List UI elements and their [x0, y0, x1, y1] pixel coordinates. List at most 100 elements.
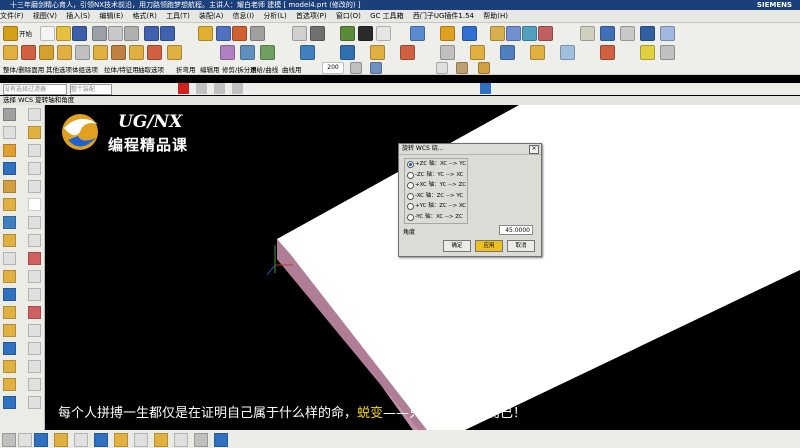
block-icon[interactable]: [506, 26, 521, 41]
sketch-tool-2-icon[interactable]: [28, 126, 41, 139]
dialog-close-button[interactable]: ×: [529, 145, 539, 154]
wireframe-icon[interactable]: [358, 26, 373, 41]
option-pos-xc[interactable]: +XC 轴：YC --> ZC: [405, 180, 467, 191]
radio-icon[interactable]: [407, 161, 414, 168]
option-pos-yc[interactable]: +YC 轴：ZC --> XC: [405, 201, 467, 212]
feature-7-icon[interactable]: [111, 45, 126, 60]
left-tool-24-icon[interactable]: [28, 378, 41, 391]
grid-icon[interactable]: [462, 26, 477, 41]
circle-icon[interactable]: [28, 180, 41, 193]
feature-5-icon[interactable]: [75, 45, 90, 60]
left-tool-22-icon[interactable]: [28, 360, 41, 373]
option-pos-zc[interactable]: +ZC 轴：XC --> YC: [405, 159, 467, 170]
system-icon[interactable]: [3, 234, 16, 247]
angle-input[interactable]: 45.0000: [499, 225, 533, 235]
menu-analysis[interactable]: 分析(L): [263, 12, 286, 20]
arc-icon[interactable]: [28, 216, 41, 229]
open-folder-icon[interactable]: [56, 26, 71, 41]
group-label-10[interactable]: 曲线用: [282, 64, 302, 74]
menu-plugin[interactable]: 西门子UG插件1.54: [413, 12, 474, 20]
start-icon[interactable]: [3, 26, 18, 41]
feature-16-icon[interactable]: [370, 45, 385, 60]
group-label-3[interactable]: 体组选项: [72, 64, 98, 74]
snap-center-icon[interactable]: [232, 83, 243, 94]
option-neg-yc[interactable]: -YC 轴：XC --> ZC: [405, 212, 467, 223]
view-orient-icon[interactable]: [340, 26, 355, 41]
menu-format[interactable]: 格式(R): [133, 12, 157, 20]
feature-10-icon[interactable]: [167, 45, 182, 60]
layer-icon[interactable]: [376, 26, 391, 41]
feature-22-icon[interactable]: [560, 45, 575, 60]
left-tool-18-icon[interactable]: [28, 324, 41, 337]
sketch-icon[interactable]: [198, 26, 213, 41]
menu-assembly[interactable]: 装配(A): [199, 12, 223, 20]
menu-insert[interactable]: 插入(S): [66, 12, 90, 20]
cam-icon[interactable]: [440, 26, 455, 41]
new-file-icon[interactable]: [40, 26, 55, 41]
feature-3-icon[interactable]: [39, 45, 54, 60]
save-icon[interactable]: [72, 26, 87, 41]
bottom-tool-9-icon[interactable]: [154, 433, 168, 447]
bottom-tool-3-icon[interactable]: [34, 433, 48, 447]
start-button-label[interactable]: 开始: [19, 28, 32, 38]
tool-icon[interactable]: [478, 62, 490, 74]
group-label-7[interactable]: 编辑用: [200, 64, 220, 74]
pad-icon[interactable]: [640, 26, 655, 41]
group-label-4[interactable]: 拉体/特征用: [104, 64, 139, 74]
point-icon[interactable]: [250, 26, 265, 41]
revolve-icon[interactable]: [232, 26, 247, 41]
left-tool-23-icon[interactable]: [3, 378, 16, 391]
apply-button[interactable]: 应用: [475, 240, 503, 252]
extrude-icon[interactable]: [216, 26, 231, 41]
option-neg-zc[interactable]: -ZC 轴：YC --> XC: [405, 170, 467, 181]
slot-icon[interactable]: [660, 26, 675, 41]
bottom-tool-1-icon[interactable]: [2, 433, 16, 447]
measure-icon[interactable]: [410, 26, 425, 41]
feature-4-icon[interactable]: [57, 45, 72, 60]
feature-20-icon[interactable]: [500, 45, 515, 60]
radio-icon[interactable]: [407, 171, 414, 179]
left-tool-12-icon[interactable]: [28, 270, 41, 283]
roles-icon[interactable]: [3, 216, 16, 229]
sketch-tool-1-icon[interactable]: [28, 108, 41, 121]
assembly-nav-icon[interactable]: [3, 108, 16, 121]
menu-window[interactable]: 窗口(O): [336, 12, 361, 20]
filter-select[interactable]: 没有选择过滤器: [3, 84, 67, 95]
wcs-icon[interactable]: [480, 83, 491, 94]
menu-preferences[interactable]: 首选项(P): [296, 12, 327, 20]
feature-2-icon[interactable]: [21, 45, 36, 60]
part-nav-icon[interactable]: [3, 126, 16, 139]
left-tool-10-icon[interactable]: [28, 252, 41, 265]
paste-icon[interactable]: [124, 26, 139, 41]
fit-icon[interactable]: [370, 62, 382, 74]
radio-icon[interactable]: [407, 192, 414, 200]
left-tool-14-icon[interactable]: [28, 288, 41, 301]
rotate-icon[interactable]: [456, 62, 468, 74]
feature-17-icon[interactable]: [400, 45, 415, 60]
history-icon[interactable]: [3, 144, 16, 157]
bottom-tool-5-icon[interactable]: [74, 433, 88, 447]
left-tool-17-icon[interactable]: [3, 324, 16, 337]
zoom-select[interactable]: 200: [322, 62, 344, 74]
ok-button[interactable]: 确定: [443, 240, 471, 252]
feature-18-icon[interactable]: [440, 45, 455, 60]
feature-8-icon[interactable]: [129, 45, 144, 60]
left-tool-13-icon[interactable]: [3, 288, 16, 301]
feature-9-icon[interactable]: [147, 45, 162, 60]
copy-icon[interactable]: [108, 26, 123, 41]
bottom-tool-2-icon[interactable]: [18, 433, 32, 447]
palette-icon[interactable]: [3, 198, 16, 211]
snap-icon[interactable]: [178, 83, 189, 94]
feature-15-icon[interactable]: [340, 45, 355, 60]
rect-icon[interactable]: [28, 162, 41, 175]
undo-icon[interactable]: [144, 26, 159, 41]
feature-6-icon[interactable]: [93, 45, 108, 60]
cut-icon[interactable]: [92, 26, 107, 41]
cancel-button[interactable]: 取消: [507, 240, 535, 252]
bottom-tool-10-icon[interactable]: [174, 433, 188, 447]
bottom-tool-6-icon[interactable]: [94, 433, 108, 447]
option-neg-xc[interactable]: -XC 轴：ZC --> YC: [405, 191, 467, 202]
pocket-icon[interactable]: [600, 26, 615, 41]
bottom-tool-8-icon[interactable]: [134, 433, 148, 447]
left-tool-9-icon[interactable]: [3, 252, 16, 265]
